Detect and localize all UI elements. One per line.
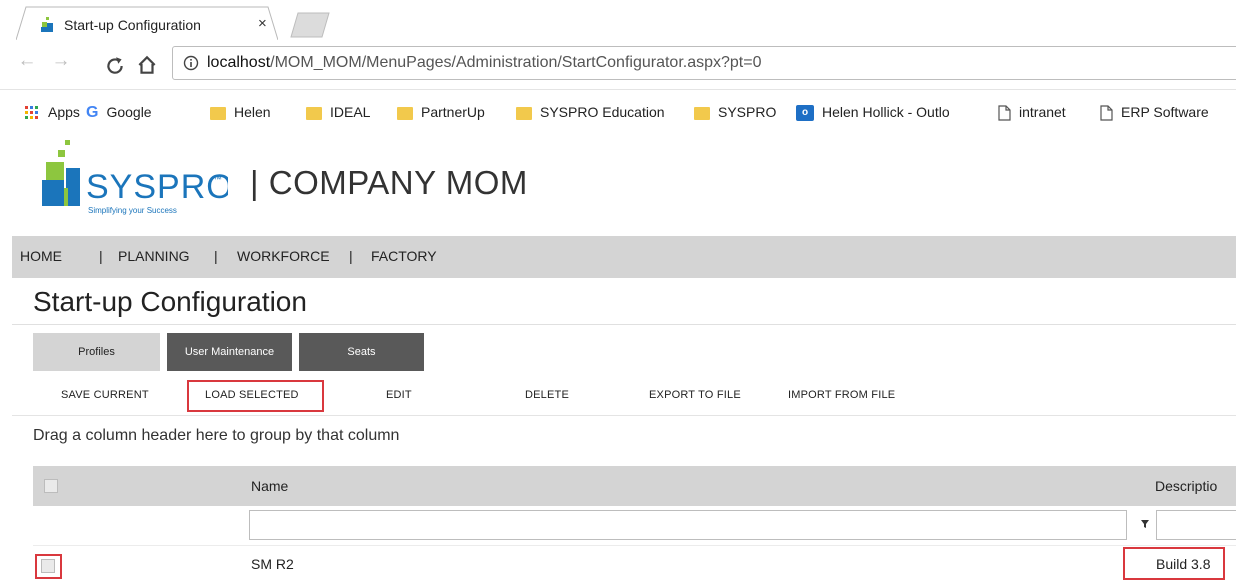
bookmark-label: ERP Software [1121,104,1209,120]
main-menu: HOME | PLANNING | WORKFORCE | FACTORY [12,236,1236,278]
menu-separator: | [349,248,353,264]
divider [12,324,1236,325]
bookmark-ideal[interactable]: IDEAL [306,104,370,120]
new-tab-button[interactable] [290,12,330,38]
folder-icon [694,106,710,120]
logo-wordmark: SYSPRO [86,168,228,206]
export-to-file-button[interactable]: EXPORT TO FILE [649,389,741,401]
edit-button[interactable]: EDIT [386,389,412,401]
bookmark-label: Helen [234,104,271,120]
bookmark-syspro[interactable]: SYSPRO [694,104,776,120]
seats-tab-button[interactable]: Seats [299,333,424,371]
folder-icon [397,106,413,120]
logo-tagline: Simplifying your Success [88,206,177,215]
url-path: /MOM_MOM/MenuPages/Administration/StartC… [270,54,762,71]
url-text: localhost/MOM_MOM/MenuPages/Administrati… [207,54,761,72]
bookmark-helen[interactable]: Helen [210,104,271,120]
browser-tab[interactable]: Start-up Configuration × [16,6,278,40]
user-maintenance-tab-button[interactable]: User Maintenance [167,333,292,371]
save-current-button[interactable]: SAVE CURRENT [61,389,149,401]
page-icon [1100,105,1113,121]
load-selected-button[interactable]: LOAD SELECTED [205,389,299,401]
page-icon [998,105,1011,121]
info-icon[interactable] [183,55,199,71]
filter-icon[interactable] [1140,519,1150,529]
bookmark-syspro-education[interactable]: SYSPRO Education [516,104,665,120]
bookmark-erp-software[interactable]: ERP Software [1100,104,1209,121]
bookmark-outlook[interactable]: o Helen Hollick - Outlo [796,104,950,122]
syspro-favicon-icon [41,17,53,32]
tab-title: Start-up Configuration [64,17,201,33]
name-filter-input[interactable] [249,510,1127,540]
url-field[interactable]: localhost/MOM_MOM/MenuPages/Administrati… [172,46,1236,80]
menu-item-workforce[interactable]: WORKFORCE [237,248,330,264]
bookmark-label: Apps [48,104,80,120]
browser-tab-strip: Start-up Configuration × [0,0,1236,40]
bookmark-apps[interactable]: Apps [24,104,80,121]
url-host: localhost [207,54,271,71]
grid-header-row: Name Descriptio [33,466,1236,506]
syspro-logo[interactable]: SYSPRO ™ Simplifying your Success [38,140,233,220]
google-g-icon: G [86,104,99,122]
bookmark-google[interactable]: G Google [86,104,152,122]
description-filter-input[interactable] [1156,510,1236,540]
home-icon[interactable] [136,52,158,78]
bookmark-partnerup[interactable]: PartnerUp [397,104,485,120]
back-arrow-icon[interactable]: ← [16,50,38,76]
bookmark-label: IDEAL [330,104,371,120]
bookmark-intranet[interactable]: intranet [998,104,1066,121]
bookmark-label: Google [106,104,152,120]
folder-icon [210,106,226,120]
forward-arrow-icon[interactable]: → [50,50,72,76]
bookmark-label: SYSPRO [718,104,777,120]
menu-separator: | [214,248,218,264]
import-from-file-button[interactable]: IMPORT FROM FILE [788,389,895,401]
group-by-drop-zone[interactable]: Drag a column header here to group by th… [33,427,399,445]
address-bar: ← → localhost/MOM_MOM/MenuPages/Administ… [0,40,1236,90]
bookmark-label: SYSPRO Education [540,104,665,120]
menu-item-planning[interactable]: PLANNING [118,248,190,264]
column-header-name[interactable]: Name [251,478,288,494]
logo-trademark: ™ [213,174,222,184]
syspro-logo-mark: SYSPRO ™ Simplifying your Success [42,140,233,215]
grid-filter-row [33,506,1236,546]
tab-close-button[interactable]: × [258,15,267,32]
table-row[interactable]: SM R2 Build 3.8 [33,546,1236,581]
company-name: | COMPANY MOM [250,164,528,201]
folder-icon [306,106,322,120]
reload-icon[interactable] [104,53,126,79]
menu-separator: | [99,248,103,264]
folder-icon [516,106,532,120]
cell-name: SM R2 [251,556,294,572]
column-header-description[interactable]: Descriptio [1155,478,1217,494]
divider [12,415,1236,416]
menu-item-factory[interactable]: FACTORY [371,248,437,264]
bookmark-label: Helen Hollick - Outlo [822,104,950,120]
outlook-icon: o [796,105,814,122]
cell-description: Build 3.8 [1156,556,1211,572]
bookmark-label: intranet [1019,104,1066,120]
menu-item-home[interactable]: HOME [20,248,62,264]
delete-button[interactable]: DELETE [525,389,569,401]
bookmark-label: PartnerUp [421,104,485,120]
page-title: Start-up Configuration [33,286,307,317]
bookmarks-bar: Apps G Google Helen IDEAL PartnerUp SYSPR… [0,96,1236,130]
apps-grid-icon [25,106,38,120]
select-all-checkbox[interactable] [44,479,58,493]
row-checkbox[interactable] [41,559,55,573]
profiles-tab-button[interactable]: Profiles [33,333,160,371]
